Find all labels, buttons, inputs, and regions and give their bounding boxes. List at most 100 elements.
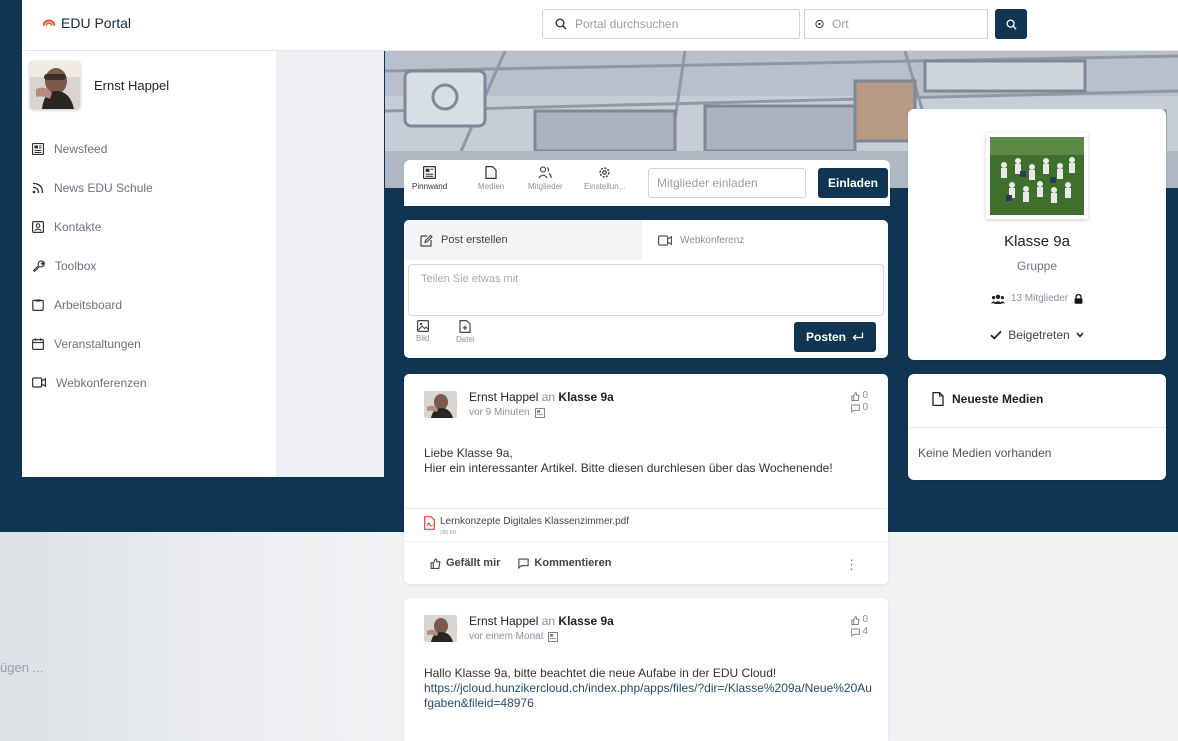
group-name: Klasse 9a [1004,233,1070,250]
comment-count-value: 0 [862,402,868,413]
calendar-icon [32,337,44,350]
tab-label: Pinnwand [412,182,448,191]
joined-dropdown[interactable]: Beigetreten [908,328,1166,342]
comment-icon [851,627,861,637]
cloud-logo-icon [42,19,56,26]
search-button[interactable] [995,9,1027,39]
user-profile[interactable]: Ernst Happel [30,61,169,109]
tab-label: Einstellun... [584,182,626,191]
post-timestamp: vor 9 Minuten [469,407,614,418]
left-sidebar: Ernst Happel Newsfeed News EDU Schule Ko… [22,51,276,477]
sidebar-item-label: News EDU Schule [54,180,153,195]
comment-button[interactable]: Kommentieren [518,557,611,569]
divider [908,427,1166,428]
sidebar-item-label: Veranstaltungen [54,336,141,351]
invite-button[interactable]: Einladen [818,168,888,198]
sidebar-item-label: Webkonferenzen [56,375,147,390]
more-options-icon[interactable]: ⋮ [845,557,858,573]
avatar[interactable] [424,614,457,642]
location-pin-icon [815,19,824,29]
sidebar-item-newsfeed[interactable]: Newsfeed [32,129,153,168]
sidebar-item-label: Arbeitsboard [54,297,123,312]
group-tabs: Pinnwand Medien Mitglieder Einstellun...… [404,160,890,206]
brand-logo[interactable]: EDU Portal [42,15,131,31]
attachment-name[interactable]: Lernkonzepte Digitales Klassenzimmer.pdf [440,516,629,527]
tab-post-erstellen[interactable]: Post erstellen [404,220,642,260]
tab-medien[interactable]: Medien [478,166,504,191]
comment-icon [518,558,530,569]
sidebar-item-webkonferenzen[interactable]: Webkonferenzen [32,363,153,402]
portal-search-input[interactable] [575,17,775,31]
location-search[interactable] [804,9,988,39]
post-attachment[interactable]: Lernkonzepte Digitales Klassenzimmer.pdf… [404,508,888,542]
thumbs-up-icon [430,557,441,569]
file-plus-icon [459,320,471,333]
tab-mitglieder[interactable]: Mitglieder [528,166,563,191]
sidebar-item-toolbox[interactable]: Toolbox [32,246,153,285]
group-info-card: Klasse 9a Gruppe 13 Mitglieder Beigetret… [908,109,1166,360]
search-icon [555,18,567,30]
attachment-size: 280 KB [440,530,457,536]
joined-label: Beigetreten [1008,328,1070,342]
author-connector: an [541,390,556,404]
like-button[interactable]: Gefällt mir [430,557,500,569]
sidebar-item-kontakte[interactable]: Kontakte [32,207,153,246]
avatar[interactable] [424,390,457,418]
author-name[interactable]: Ernst Happel [469,614,538,628]
tab-webkonferenz[interactable]: Webkonferenz [658,220,744,260]
contacts-icon [32,220,44,233]
post-text-line: Liebe Klasse 9a, [424,446,513,460]
sidebar-item-label: Toolbox [55,258,97,273]
post-time: vor einem Monat [469,631,544,642]
post-body: Liebe Klasse 9a, Hier ein interessanter … [424,446,874,476]
background-shade [0,532,400,741]
invite-members-input[interactable] [648,168,806,198]
media-empty-state: Keine Medien vorhanden [918,446,1052,460]
media-card-title: Neueste Medien [952,392,1044,406]
attach-file-button[interactable]: Datei [456,320,475,344]
group-member-count[interactable]: 13 Mitglieder [908,293,1166,304]
sidebar-item-arbeitsboard[interactable]: Arbeitsboard [32,285,153,324]
tab-label: Webkonferenz [680,234,745,246]
comment-label: Kommentieren [534,557,612,569]
location-input[interactable] [832,17,987,31]
tab-einstellungen[interactable]: Einstellun... [584,166,625,191]
avatar [30,61,80,109]
post-timestamp: vor einem Monat [469,631,614,642]
author-connector: an [541,614,556,628]
post-header: Ernst Happel an Klasse 9a vor einem Mona… [424,614,614,642]
clipboard-icon [32,298,44,311]
comment-count: 4 [851,626,868,638]
sidebar-item-veranstaltungen[interactable]: Veranstaltungen [32,324,153,363]
group-link[interactable]: Klasse 9a [558,390,613,404]
video-icon [658,234,672,246]
thumbs-up-icon [851,615,861,625]
like-label: Gefällt mir [446,557,501,569]
newspaper-icon [534,407,545,418]
post-textarea[interactable] [408,264,884,316]
post-button-label: Posten [805,330,846,344]
wrench-icon [32,259,45,272]
comment-count-value: 4 [862,626,868,637]
rss-icon [32,182,44,193]
image-icon [416,320,429,332]
like-count-value: 0 [862,614,868,625]
tab-label: Mitglieder [528,182,563,191]
feed-post: Ernst Happel an Klasse 9a vor 9 Minuten … [404,374,888,584]
sidebar-item-news-edu-schule[interactable]: News EDU Schule [32,168,153,207]
post-button[interactable]: Posten [794,322,876,352]
post-composer: Post erstellen Webkonferenz Bild Datei P… [404,220,888,358]
attach-image-button[interactable]: Bild [416,320,429,343]
post-link[interactable]: https://jcloud.hunzikercloud.ch/index.ph… [424,681,872,710]
attach-label: Bild [416,334,430,343]
post-text-line: Hallo Klasse 9a, bitte beachtet die neue… [424,666,777,680]
check-icon [990,330,1002,340]
author-name[interactable]: Ernst Happel [469,390,538,404]
portal-search[interactable] [542,9,800,39]
tab-pinnwand[interactable]: Pinnwand [412,166,447,191]
group-link[interactable]: Klasse 9a [558,614,613,628]
sidebar-item-label: Newsfeed [54,141,108,156]
post-counts: 0 0 [851,390,868,414]
member-count-label: 13 Mitglieder [1010,293,1069,304]
attach-label: Datei [456,335,475,344]
